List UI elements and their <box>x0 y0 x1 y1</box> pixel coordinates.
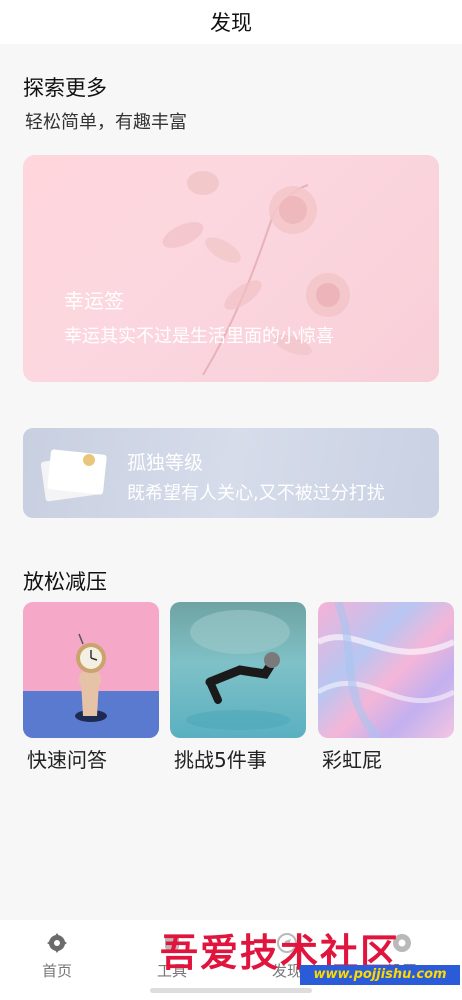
five-challenges-thumbnail <box>170 602 306 738</box>
loneliness-level-title: 孤独等级 <box>127 452 204 474</box>
relax-item-rainbow-praise[interactable]: 彩虹屁 <box>318 602 454 773</box>
rainbow-swirl-image <box>318 602 454 738</box>
tab-home-label: 首页 <box>41 962 72 980</box>
alarm-clock-hand-icon <box>75 633 107 722</box>
envelope-icon <box>41 449 107 502</box>
explore-subtitle: 轻松简单，有趣丰富 <box>25 112 187 133</box>
five-challenges-label: 挑战5件事 <box>174 748 267 772</box>
watermark-url: www.pojjishu.com <box>300 965 460 985</box>
tab-home[interactable]: 首页 <box>17 932 97 981</box>
lucky-sign-title: 幸运签 <box>64 289 124 313</box>
diver-image <box>186 610 290 730</box>
relax-section-title: 放松减压 <box>23 570 107 594</box>
lucky-sign-desc: 幸运其实不过是生活里面的小惊喜 <box>64 326 334 347</box>
rainbow-praise-thumbnail <box>318 602 454 738</box>
rainbow-praise-label: 彩虹屁 <box>322 748 382 772</box>
top-bar: 发现 <box>0 0 462 44</box>
quick-qa-label: 快速问答 <box>27 748 107 772</box>
loneliness-level-card[interactable]: 孤独等级 既希望有人关心,又不被过分打扰 <box>23 428 439 518</box>
relax-item-five-challenges[interactable]: 挑战5件事 <box>170 602 306 773</box>
explore-section-title: 探索更多 <box>23 76 107 100</box>
quick-qa-thumbnail <box>23 602 159 738</box>
page-title: 发现 <box>210 11 252 35</box>
relax-item-quick-qa[interactable]: 快速问答 <box>23 602 159 773</box>
loneliness-level-desc: 既希望有人关心,又不被过分打扰 <box>127 483 385 504</box>
relax-carousel[interactable]: 快速问答 挑战5件事 彩虹屁 <box>23 602 462 782</box>
gear-icon <box>47 933 67 953</box>
home-indicator <box>150 988 312 993</box>
lucky-sign-card[interactable]: 幸运签 幸运其实不过是生活里面的小惊喜 <box>23 155 439 382</box>
